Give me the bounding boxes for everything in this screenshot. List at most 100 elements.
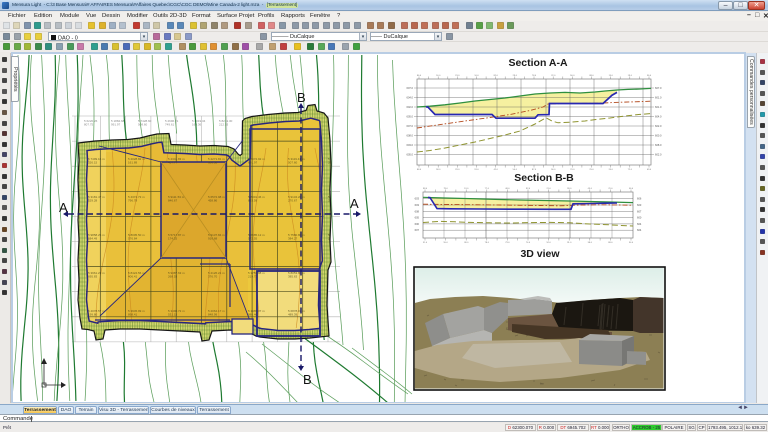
svg-text:56.0: 56.0 (551, 169, 556, 171)
svg-text:88.0: 88.0 (608, 242, 613, 244)
svg-text:54.0: 54.0 (513, 169, 518, 171)
svg-text:B: B (297, 90, 306, 105)
svg-text:807.75: 807.75 (84, 122, 94, 126)
svg-text:916.68: 916.68 (208, 236, 218, 240)
svg-text:58.0: 58.0 (436, 169, 441, 171)
svg-text:796.78: 796.78 (128, 198, 138, 202)
svg-text:13.0: 13.0 (464, 188, 469, 190)
svg-text:168.36: 168.36 (192, 122, 202, 126)
svg-text:3D view: 3D view (520, 248, 560, 260)
svg-text:326.15: 326.15 (88, 160, 98, 164)
svg-text:82.0: 82.0 (494, 75, 499, 77)
svg-text:604.0: 604.0 (407, 96, 414, 100)
svg-text:92.0: 92.0 (526, 188, 531, 190)
svg-text:602.0: 602.0 (407, 105, 414, 109)
svg-text:458.86: 458.86 (208, 198, 218, 202)
svg-text:79.0: 79.0 (505, 242, 510, 244)
svg-text:56.0: 56.0 (570, 75, 575, 77)
svg-text:34.0: 34.0 (629, 242, 634, 244)
svg-text:607.0: 607.0 (655, 86, 662, 90)
svg-text:489.39: 489.39 (288, 312, 298, 316)
svg-text:607: 607 (415, 228, 420, 232)
svg-text:604.0: 604.0 (655, 115, 662, 119)
svg-text:268.53: 268.53 (168, 274, 178, 278)
svg-text:70.0: 70.0 (570, 169, 575, 171)
svg-text:29.0: 29.0 (455, 169, 460, 171)
svg-text:25.0: 25.0 (589, 169, 594, 171)
svg-text:10.0: 10.0 (474, 75, 479, 77)
svg-text:99.0: 99.0 (567, 188, 572, 190)
svg-text:280.29: 280.29 (328, 160, 338, 164)
svg-text:607.0: 607.0 (407, 86, 414, 90)
svg-text:684.49: 684.49 (88, 236, 98, 240)
svg-text:846.67: 846.67 (168, 198, 178, 202)
svg-text:286.43: 286.43 (328, 236, 338, 240)
svg-text:603.0: 603.0 (407, 143, 414, 147)
svg-text:72.0: 72.0 (628, 169, 633, 171)
svg-text:605.0: 605.0 (407, 153, 414, 157)
svg-text:603: 603 (415, 197, 420, 201)
svg-text:600: 600 (415, 222, 420, 226)
svg-text:23.0: 23.0 (455, 75, 460, 77)
svg-text:605: 605 (415, 216, 420, 220)
svg-text:13.0: 13.0 (609, 75, 614, 77)
svg-text:686.50: 686.50 (208, 160, 218, 164)
svg-text:88.0: 88.0 (417, 169, 422, 171)
svg-text:724.82: 724.82 (328, 312, 338, 316)
svg-text:600: 600 (637, 216, 642, 220)
svg-text:91.0: 91.0 (474, 169, 479, 171)
svg-text:Section A-A: Section A-A (508, 57, 568, 69)
svg-text:572.55: 572.55 (248, 236, 258, 240)
svg-text:601.0: 601.0 (655, 96, 662, 100)
svg-text:608: 608 (415, 209, 420, 213)
svg-text:38.0: 38.0 (464, 242, 469, 244)
svg-text:43.0: 43.0 (588, 188, 593, 190)
svg-text:22.0: 22.0 (551, 75, 556, 77)
svg-text:898.41: 898.41 (128, 312, 138, 316)
svg-text:78.0: 78.0 (485, 242, 490, 244)
svg-text:604: 604 (637, 228, 642, 232)
svg-text:16.0: 16.0 (436, 75, 441, 77)
svg-text:508.60: 508.60 (138, 122, 148, 126)
svg-text:88.0: 88.0 (589, 75, 594, 77)
svg-text:55.0: 55.0 (443, 242, 448, 244)
svg-text:602.0: 602.0 (655, 124, 662, 128)
svg-text:24.0: 24.0 (609, 169, 614, 171)
svg-text:603: 603 (637, 203, 642, 207)
svg-text:601.0: 601.0 (655, 105, 662, 109)
svg-text:576.84: 576.84 (128, 236, 138, 240)
svg-text:531.15: 531.15 (168, 312, 178, 316)
svg-text:21.0: 21.0 (546, 188, 551, 190)
svg-text:603: 603 (415, 203, 420, 207)
svg-text:Section B-B: Section B-B (514, 172, 574, 184)
svg-text:833.59: 833.59 (248, 198, 258, 202)
svg-text:161.89: 161.89 (128, 160, 138, 164)
svg-text:5 9758.57 m: 5 9758.57 m (328, 309, 345, 313)
svg-text:36.0: 36.0 (647, 75, 652, 77)
svg-text:608.0: 608.0 (407, 134, 414, 138)
svg-text:69.0: 69.0 (647, 169, 652, 171)
svg-text:607.0: 607.0 (407, 124, 414, 128)
svg-text:29.0: 29.0 (513, 75, 518, 77)
svg-text:376.70: 376.70 (208, 274, 218, 278)
svg-text:606: 606 (637, 197, 642, 201)
svg-text:529.28: 529.28 (88, 198, 98, 202)
svg-text:600.0: 600.0 (655, 134, 662, 138)
svg-text:338.11: 338.11 (328, 198, 337, 202)
svg-text:91.0: 91.0 (567, 242, 572, 244)
svg-text:219.73: 219.73 (248, 274, 258, 278)
svg-text:19.0: 19.0 (628, 75, 633, 77)
svg-text:B: B (303, 372, 312, 387)
svg-text:A: A (59, 200, 68, 215)
svg-text:848.99: 848.99 (208, 312, 218, 316)
svg-text:507.60: 507.60 (288, 160, 298, 164)
svg-text:385.63: 385.63 (288, 274, 298, 278)
svg-text:42.0: 42.0 (494, 169, 499, 171)
svg-text:A: A (350, 196, 359, 211)
svg-text:605.0: 605.0 (407, 115, 414, 119)
svg-text:48.0: 48.0 (505, 188, 510, 190)
svg-text:604: 604 (637, 222, 642, 226)
svg-text:79.0: 79.0 (443, 188, 448, 190)
svg-text:695.83: 695.83 (88, 274, 98, 278)
svg-text:212.53: 212.53 (219, 122, 229, 126)
